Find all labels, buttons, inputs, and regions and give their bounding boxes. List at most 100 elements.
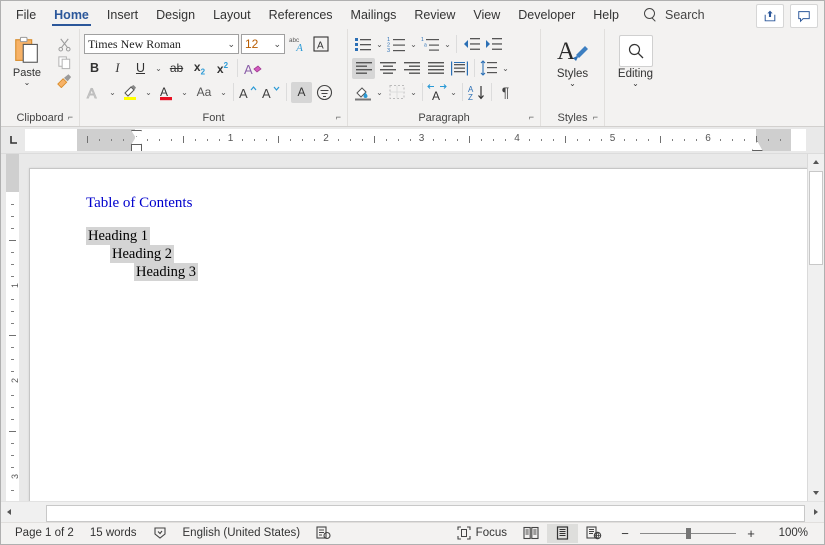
toc-entry-level-2[interactable]: Heading 2 — [110, 245, 767, 263]
format-painter-button[interactable] — [56, 73, 72, 88]
zoom-slider[interactable] — [640, 525, 736, 541]
character-shading-button[interactable]: A — [291, 81, 312, 103]
tab-view[interactable]: View — [464, 1, 509, 29]
toc-entry-level-3[interactable]: Heading 3 — [134, 263, 767, 281]
editing-dropdown-icon[interactable]: ⌄ — [632, 80, 639, 88]
align-right-button[interactable] — [400, 58, 423, 79]
strikethrough-button[interactable]: ab — [166, 58, 187, 79]
status-proofing[interactable] — [145, 524, 175, 543]
tab-help[interactable]: Help — [584, 1, 628, 29]
status-read-mode-button[interactable] — [515, 524, 547, 543]
shading-button[interactable] — [352, 82, 373, 103]
text-direction-dropdown[interactable]: ⌄ — [448, 82, 459, 103]
tab-developer[interactable]: Developer — [509, 1, 584, 29]
multilevel-list-button[interactable]: 1 a — [420, 34, 441, 55]
text-effects-dropdown[interactable]: ⌄ — [107, 82, 118, 103]
status-web-layout-button[interactable] — [578, 524, 610, 543]
numbering-dropdown[interactable]: ⌄ — [408, 34, 419, 55]
rtl-ltr-button[interactable]: A — [426, 82, 447, 103]
vertical-scrollbar-thumb[interactable] — [809, 171, 823, 265]
subscript-button[interactable]: x2 — [189, 58, 210, 79]
scroll-right-button[interactable] — [808, 504, 824, 520]
phonetic-guide-button[interactable]: abc A — [287, 34, 308, 55]
align-center-button[interactable] — [376, 58, 399, 79]
clipboard-dialog-launcher[interactable]: ⌐ — [68, 109, 73, 125]
status-focus-button[interactable]: Focus — [449, 524, 515, 543]
styles-button[interactable]: A Styles ⌄ — [545, 32, 600, 88]
scroll-left-button[interactable] — [1, 504, 17, 520]
copy-button[interactable] — [57, 55, 72, 70]
show-formatting-marks-button[interactable]: ¶ — [495, 82, 516, 103]
paste-dropdown-icon[interactable]: ⌄ — [24, 79, 31, 87]
enclose-characters-button[interactable] — [314, 82, 335, 103]
styles-dropdown-icon[interactable]: ⌄ — [569, 80, 576, 88]
font-size-combobox[interactable]: 12 ⌄ — [241, 34, 285, 54]
paragraph-dialog-launcher[interactable]: ⌐ — [529, 109, 534, 125]
document-page[interactable]: Table of Contents Heading 1 Heading 2 He… — [29, 168, 808, 501]
bold-button[interactable]: B — [84, 58, 105, 79]
superscript-button[interactable]: x2 — [212, 58, 233, 79]
tab-stop-selector[interactable] — [3, 129, 25, 151]
distributed-button[interactable] — [448, 58, 471, 79]
tab-insert[interactable]: Insert — [98, 1, 147, 29]
shrink-font-button[interactable]: A — [261, 82, 282, 103]
font-color-dropdown[interactable]: ⌄ — [179, 82, 190, 103]
document-scroll-region[interactable]: Table of Contents Heading 1 Heading 2 He… — [23, 154, 824, 501]
status-language[interactable]: English (United States) — [175, 524, 309, 543]
highlight-dropdown[interactable]: ⌄ — [143, 82, 154, 103]
share-button[interactable] — [756, 4, 784, 28]
status-page-number[interactable]: Page 1 of 2 — [7, 524, 82, 543]
zoom-level[interactable]: 100% — [766, 524, 818, 543]
paste-button[interactable]: Paste ⌄ — [5, 34, 49, 88]
clear-formatting-button[interactable]: A — [242, 58, 263, 79]
underline-button[interactable]: U — [130, 58, 151, 79]
tab-home[interactable]: Home — [45, 1, 98, 29]
status-accessibility[interactable] — [308, 524, 339, 543]
numbering-button[interactable]: 1 2 3 — [386, 34, 407, 55]
scroll-down-button[interactable] — [808, 485, 824, 501]
change-case-button[interactable]: Aa — [192, 82, 216, 103]
line-spacing-dropdown[interactable]: ⌄ — [500, 58, 511, 79]
search-box[interactable]: Search — [643, 8, 705, 22]
multilevel-list-dropdown[interactable]: ⌄ — [442, 34, 453, 55]
decrease-indent-button[interactable] — [460, 34, 481, 55]
vertical-scrollbar[interactable] — [807, 154, 824, 501]
toc-field[interactable]: Heading 1 Heading 2 Heading 3 — [86, 227, 767, 281]
status-word-count[interactable]: 15 words — [82, 524, 145, 543]
cut-button[interactable] — [57, 37, 72, 52]
editing-button[interactable]: Editing ⌄ — [609, 32, 662, 88]
tab-mailings[interactable]: Mailings — [342, 1, 406, 29]
text-effects-button[interactable]: A — [84, 82, 105, 103]
styles-dialog-launcher[interactable]: ⌐ — [593, 109, 598, 125]
tab-design[interactable]: Design — [147, 1, 204, 29]
horizontal-scrollbar-track[interactable] — [18, 504, 807, 522]
change-case-dropdown[interactable]: ⌄ — [218, 82, 229, 103]
borders-dropdown[interactable]: ⌄ — [408, 82, 419, 103]
bullets-dropdown[interactable]: ⌄ — [374, 34, 385, 55]
font-name-combobox[interactable]: Times New Roman ⌄ — [84, 34, 239, 54]
font-dialog-launcher[interactable]: ⌐ — [336, 109, 341, 125]
text-highlight-button[interactable] — [120, 82, 141, 103]
vertical-ruler[interactable]: 1 2 3 — [1, 154, 23, 501]
shading-dropdown[interactable]: ⌄ — [374, 82, 385, 103]
tab-references[interactable]: References — [260, 1, 342, 29]
bullets-button[interactable] — [352, 34, 373, 55]
justify-button[interactable] — [424, 58, 447, 79]
zoom-out-button[interactable]: − — [610, 524, 640, 543]
grow-font-button[interactable]: A — [238, 82, 259, 103]
increase-indent-button[interactable] — [482, 34, 503, 55]
comments-button[interactable] — [790, 4, 818, 28]
zoom-in-button[interactable]: + — [736, 524, 766, 543]
borders-button[interactable] — [386, 82, 407, 103]
sort-button[interactable]: A Z — [466, 82, 488, 103]
tab-review[interactable]: Review — [405, 1, 464, 29]
zoom-slider-thumb[interactable] — [686, 527, 691, 539]
horizontal-scrollbar-thumb[interactable] — [46, 504, 805, 522]
status-print-layout-button[interactable] — [547, 523, 578, 543]
italic-button[interactable]: I — [107, 58, 128, 79]
tab-file[interactable]: File — [7, 1, 45, 29]
horizontal-ruler[interactable]: 1 2 3 4 5 6 — [25, 129, 806, 151]
align-left-button[interactable] — [352, 57, 375, 79]
character-border-button[interactable]: A — [310, 34, 331, 55]
underline-dropdown[interactable]: ⌄ — [153, 58, 164, 79]
